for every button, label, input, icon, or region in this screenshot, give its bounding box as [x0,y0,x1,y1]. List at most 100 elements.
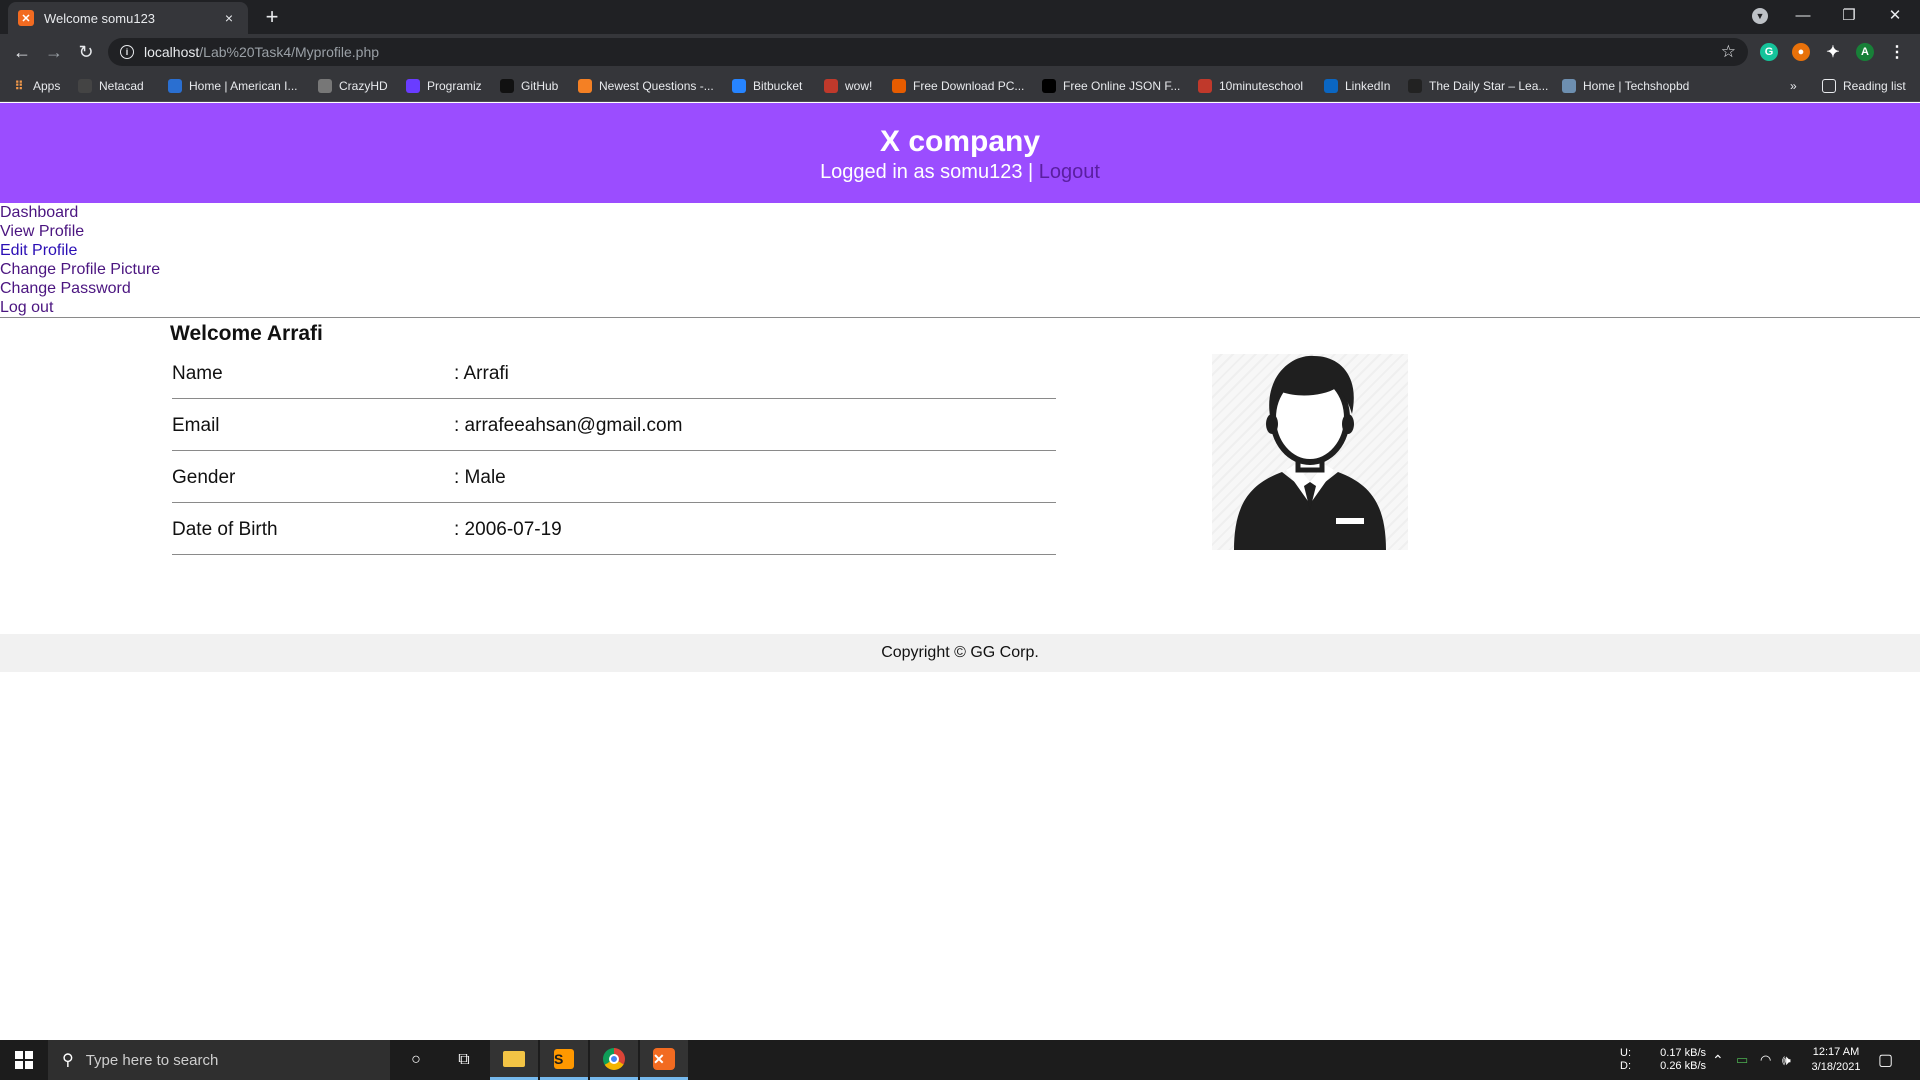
bookmark-item[interactable]: GitHub [500,77,558,95]
bookmark-label: Home | Techshopbd [1583,79,1690,93]
reload-icon[interactable]: ↻ [72,38,100,66]
chrome-icon[interactable] [590,1040,638,1080]
search-input[interactable]: Type here to search [86,1052,219,1069]
row-value: : 2006-07-19 [454,502,1056,555]
reading-list-label: Reading list [1843,79,1906,93]
wifi-icon[interactable]: ◠ [1760,1040,1771,1080]
xampp-icon[interactable]: ✕ [640,1040,688,1080]
extension-icon[interactable]: ● [1792,43,1810,61]
menu-icon[interactable]: ⋮ [1888,43,1906,61]
cortana-icon[interactable]: ○ [392,1040,440,1080]
nav-dashboard-link[interactable]: Dashboard [0,203,300,222]
bookmark-item[interactable]: CrazyHD [318,77,388,95]
url-host: localhost [144,44,200,60]
row-label: Email [172,398,454,451]
address-bar[interactable]: i localhost/Lab%20Task4/Myprofile.php ☆ [108,38,1748,66]
bookmark-label: CrazyHD [339,79,388,93]
profile-table: Name : Arrafi Email : arrafeeahsan@gmail… [172,346,1056,555]
bookmark-item[interactable]: Programiz [406,77,482,95]
bookmark-item[interactable]: The Daily Star – Lea... [1408,77,1548,95]
logged-in-text: Logged in as somu123 [820,161,1023,183]
page-title: Welcome Arrafi [170,322,323,345]
bookmark-label: Newest Questions -... [599,79,714,93]
chevron-up-icon[interactable]: ⌃ [1712,1040,1724,1080]
bookmark-favicon-icon [318,79,332,93]
restore-button[interactable]: ❐ [1826,0,1872,30]
net-up-label: U: [1620,1047,1631,1059]
close-window-button[interactable]: ✕ [1872,0,1918,30]
row-value: : Arrafi [454,346,1056,399]
bookmark-label: 10minuteschool [1219,79,1304,93]
new-tab-button[interactable]: + [258,4,286,32]
info-icon[interactable]: i [120,45,134,59]
sublime-text-icon[interactable]: S [540,1040,588,1080]
grammarly-icon[interactable]: G [1760,43,1778,61]
back-arrow-icon[interactable]: ← [8,38,36,66]
nav-change-password-link[interactable]: Change Password [0,279,300,298]
windows-logo-icon [15,1051,33,1069]
bookmark-item[interactable]: LinkedIn [1324,77,1390,95]
bookmark-favicon-icon [1198,79,1212,93]
start-button[interactable] [0,1040,48,1080]
minimize-button[interactable]: — [1780,0,1826,30]
divider [0,317,1920,318]
file-explorer-icon[interactable] [490,1040,538,1080]
bookmark-favicon-icon [732,79,746,93]
bookmarks-overflow-button[interactable]: » [1790,77,1797,95]
notification-icon[interactable]: ▢ [1878,1040,1893,1080]
battery-icon[interactable]: ▭ [1736,1040,1748,1080]
network-speed-labels: U: D: [1620,1040,1631,1080]
browser-tab[interactable]: ✕ Welcome somu123 × [8,2,248,34]
bookmark-item[interactable]: wow! [824,77,872,95]
bookmark-label: LinkedIn [1345,79,1391,93]
bookmark-label: The Daily Star – Lea... [1429,79,1549,93]
login-status: Logged in as somu123 | Logout [0,159,1920,185]
bookmark-item[interactable]: 10minuteschool [1198,77,1303,95]
bookmark-favicon-icon [78,79,92,93]
row-label: Date of Birth [172,502,454,555]
chevron-down-icon[interactable]: ▼ [1752,8,1768,24]
search-icon: ⚲ [62,1052,74,1069]
bookmark-label: Programiz [427,79,482,93]
row-value: : Male [454,450,1056,503]
row-label: Gender [172,450,454,503]
header-logout-link[interactable]: Logout [1039,161,1100,183]
star-icon[interactable]: ☆ [1721,42,1736,62]
browser-toolbar: ← → ↻ i localhost/Lab%20Task4/Myprofile.… [0,34,1920,70]
user-avatar-icon [1234,355,1386,550]
forward-arrow-icon[interactable]: → [40,38,68,66]
profile-picture [1212,354,1408,550]
bookmark-item[interactable]: Home | Techshopbd [1562,77,1689,95]
nav-view-profile-link[interactable]: View Profile [0,222,300,241]
bookmark-item[interactable]: Bitbucket [732,77,802,95]
avatar[interactable]: A [1856,43,1874,61]
bookmark-item[interactable]: Free Online JSON F... [1042,77,1180,95]
task-view-icon[interactable]: ⧉ [440,1040,488,1080]
taskbar-search[interactable]: ⚲ Type here to search [48,1040,390,1080]
bookmark-item[interactable]: Newest Questions -... [578,77,714,95]
bookmark-label: Free Download PC... [913,79,1025,93]
bookmark-item[interactable]: Home | American I... [168,77,298,95]
clock[interactable]: 12:17 AM 3/18/2021 [1806,1040,1866,1080]
bookmark-favicon-icon [1324,79,1338,93]
tab-title: Welcome somu123 [44,10,156,26]
bookmark-item[interactable]: Free Download PC... [892,77,1024,95]
reading-list-button[interactable]: Reading list [1822,77,1906,95]
bookmark-label: GitHub [521,79,559,93]
table-row: Date of Birth : 2006-07-19 [172,502,1056,555]
copyright-text: Copyright © GG Corp. [881,644,1039,661]
net-down-label: D: [1620,1060,1631,1072]
bookmark-favicon-icon [1042,79,1056,93]
puzzle-icon[interactable]: ✦ [1824,43,1842,61]
nav-edit-profile-link[interactable]: Edit Profile [0,241,300,260]
nav-logout-link[interactable]: Log out [0,298,300,317]
close-tab-button[interactable]: × [220,10,238,26]
apps-grid-icon: ⠿ [14,79,24,93]
nav-change-picture-link[interactable]: Change Profile Picture [0,260,300,279]
bookmark-item[interactable]: Netacad [78,77,144,95]
bookmark-favicon-icon [824,79,838,93]
volume-icon[interactable]: 🕪 [1782,1040,1791,1080]
apps-bookmark[interactable]: ⠿ Apps [12,77,61,95]
side-nav: Dashboard View Profile Edit Profile Chan… [0,203,300,317]
site-header: X company Logged in as somu123 | Logout [0,103,1920,203]
